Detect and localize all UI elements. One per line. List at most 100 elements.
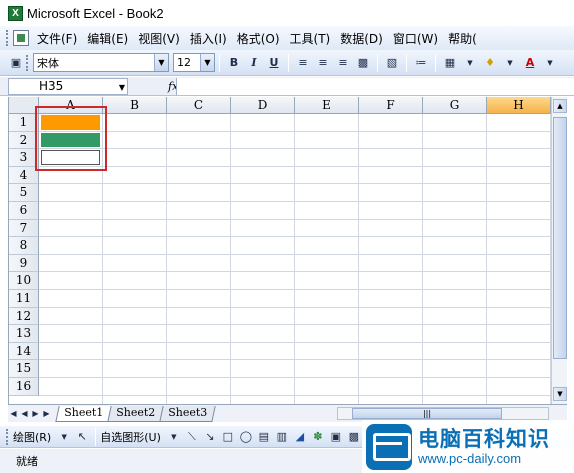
column-header-h[interactable]: H [487, 97, 551, 114]
column-header-b[interactable]: B [103, 97, 167, 114]
formula-input[interactable] [176, 78, 574, 95]
align-right-icon[interactable]: ≡ [334, 54, 352, 72]
row-header-8[interactable]: 8 [9, 237, 39, 255]
grid-row-line [39, 253, 551, 255]
grid-row-line [39, 394, 551, 396]
textbox-icon[interactable]: ▤ [257, 430, 271, 444]
wordart-icon[interactable]: ▥ [275, 430, 289, 444]
menu-help[interactable]: 帮助( [448, 30, 477, 47]
rectangle-icon[interactable]: □ [221, 430, 235, 444]
row-header-15[interactable]: 15 [9, 360, 39, 378]
column-header-e[interactable]: E [295, 97, 359, 114]
menu-window[interactable]: 窗口(W) [393, 30, 438, 47]
borders-icon[interactable]: ▦ [441, 54, 459, 72]
picture-icon[interactable]: ▣ [329, 430, 343, 444]
highlight-box [35, 106, 107, 171]
vertical-scrollbar[interactable]: ▲ ▼ [551, 97, 567, 404]
hscroll-thumb[interactable]: ||| [352, 408, 502, 419]
chevron-down-icon[interactable]: ▼ [57, 430, 71, 444]
align-left-icon[interactable]: ≡ [294, 54, 312, 72]
diagram-icon[interactable]: ◢ [293, 430, 307, 444]
name-box[interactable]: H35 ▼ [8, 77, 128, 95]
sheet-tab-2[interactable]: Sheet2 [107, 405, 164, 422]
indent-icon[interactable]: ≔ [412, 54, 430, 72]
chevron-down-icon[interactable]: ▼ [501, 54, 519, 72]
grid-row-line [39, 183, 551, 185]
watermark-text: 电脑百科知识 www.pc-daily.com [418, 427, 550, 467]
menu-tools[interactable]: 工具(T) [290, 30, 331, 47]
scroll-thumb[interactable] [553, 117, 567, 359]
sheet-tab-1[interactable]: Sheet1 [55, 405, 112, 422]
grid-row-line [39, 377, 551, 378]
menu-data[interactable]: 数据(D) [340, 30, 383, 47]
bold-button[interactable]: B [225, 54, 243, 72]
row-header-14[interactable]: 14 [9, 342, 39, 361]
chevron-down-icon[interactable]: ▼ [200, 54, 214, 71]
font-name-select[interactable]: 宋体 ▼ [33, 53, 169, 72]
toolbar-separator [435, 53, 436, 72]
chevron-down-icon[interactable]: ▼ [541, 54, 559, 72]
watermark: 电脑百科知识 www.pc-daily.com [362, 420, 574, 473]
grid-row-line [39, 324, 551, 326]
row-header-10[interactable]: 10 [9, 272, 39, 290]
sheet-tab-3[interactable]: Sheet3 [159, 405, 216, 422]
last-sheet-icon[interactable]: ▶ [41, 409, 52, 418]
chevron-down-icon[interactable]: ▼ [461, 54, 479, 72]
worksheet-grid[interactable]: A B C D E F G H 1 2 3 4 5 6 7 8 9 10 11 12 13 14 15 16 [8, 97, 551, 404]
chevron-down-icon[interactable]: ▼ [154, 54, 168, 71]
grid-row-line [39, 341, 551, 343]
row-header-11[interactable]: 11 [9, 290, 39, 308]
row-header-13[interactable]: 13 [9, 325, 39, 343]
align-center-icon[interactable]: ≡ [314, 54, 332, 72]
row-header-6[interactable]: 6 [9, 202, 39, 220]
font-color-icon[interactable]: A [521, 54, 539, 72]
grid-column-line [358, 114, 359, 404]
grid-row-line [39, 218, 551, 220]
row-header-5[interactable]: 5 [9, 184, 39, 202]
first-sheet-icon[interactable]: ◀ [8, 409, 19, 418]
toolbar-separator [288, 53, 289, 72]
workbook-icon[interactable] [13, 30, 29, 46]
arrow-icon[interactable]: ↘ [203, 430, 217, 444]
column-header-d[interactable]: D [231, 97, 295, 114]
merge-center-icon[interactable]: ▩ [354, 54, 372, 72]
line-icon[interactable]: ⟍ [185, 430, 199, 444]
menu-format[interactable]: 格式(O) [237, 30, 280, 47]
column-header-c[interactable]: C [167, 97, 231, 114]
watermark-url: www.pc-daily.com [418, 450, 522, 466]
font-size-select[interactable]: 12 ▼ [173, 53, 215, 72]
draw-menu-button[interactable]: 绘图(R) [13, 429, 51, 445]
underline-button[interactable]: U [265, 54, 283, 72]
next-sheet-icon[interactable]: ▶ [30, 409, 41, 418]
autoshapes-button[interactable]: 自选图形(U) [100, 429, 161, 445]
clipart-icon[interactable]: ✽ [311, 430, 325, 444]
scroll-up-icon[interactable]: ▲ [553, 99, 567, 113]
prev-sheet-icon[interactable]: ◀ [19, 409, 30, 418]
grid-row-line [39, 359, 551, 361]
horizontal-scrollbar[interactable]: ||| [337, 407, 549, 420]
row-header-7[interactable]: 7 [9, 219, 39, 238]
oval-icon[interactable]: ◯ [239, 430, 253, 444]
chevron-down-icon[interactable]: ▼ [167, 430, 181, 444]
fill-color-icon[interactable]: ♦ [481, 54, 499, 72]
image-icon[interactable]: ▩ [347, 430, 361, 444]
toolbar-grip[interactable] [26, 54, 29, 71]
column-header-g[interactable]: G [423, 97, 487, 114]
row-header-16[interactable]: 16 [9, 378, 39, 396]
grip-handle[interactable] [6, 30, 9, 46]
select-pointer-icon[interactable]: ↖ [75, 430, 89, 444]
currency-icon[interactable]: ▧ [383, 54, 401, 72]
menu-file[interactable]: 文件(F) [37, 30, 77, 47]
drawbar-grip[interactable] [6, 428, 9, 445]
scroll-down-icon[interactable]: ▼ [553, 387, 567, 401]
menu-view[interactable]: 视图(V) [138, 30, 180, 47]
grid-row-line [39, 271, 551, 273]
row-header-9[interactable]: 9 [9, 254, 39, 273]
save-icon[interactable]: ▣ [7, 54, 25, 72]
menu-insert[interactable]: 插入(I) [190, 30, 227, 47]
row-header-12[interactable]: 12 [9, 307, 39, 326]
italic-button[interactable]: I [245, 54, 263, 72]
chevron-down-icon[interactable]: ▼ [119, 80, 125, 95]
menu-edit[interactable]: 编辑(E) [87, 30, 128, 47]
column-header-f[interactable]: F [359, 97, 423, 114]
